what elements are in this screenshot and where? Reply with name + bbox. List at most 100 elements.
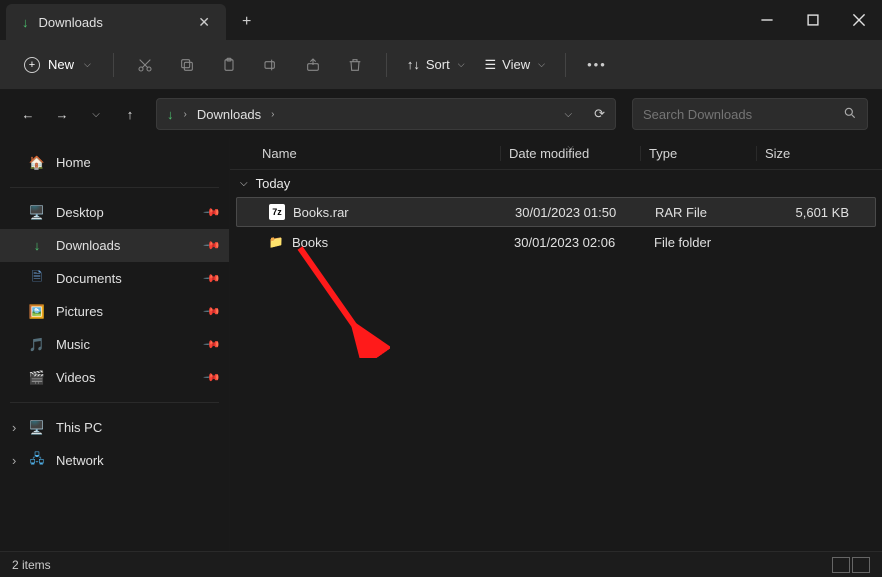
chevron-down-icon[interactable]: ⌵ — [565, 109, 573, 120]
sort-button[interactable]: ↑↓ Sort ⌵ — [399, 51, 473, 78]
sidebar-item-music[interactable]: 🎵 Music 📌 — [0, 328, 229, 361]
folder-icon: 📁 — [268, 234, 284, 250]
pin-icon: 📌 — [203, 203, 222, 222]
download-icon: ↓ — [28, 238, 46, 253]
group-label: Today — [256, 176, 291, 191]
share-button[interactable] — [294, 49, 332, 81]
chevron-down-icon: ⌵ — [538, 59, 545, 70]
sidebar-item-downloads[interactable]: ↓ Downloads 📌 — [0, 229, 229, 262]
file-type: File folder — [646, 235, 762, 250]
download-icon: ↓ — [167, 107, 174, 122]
content-pane: Name ⌵Date modified Type Size ⌵ Today 7z… — [230, 138, 882, 551]
pin-icon: 📌 — [203, 302, 222, 321]
sidebar-item-label: Music — [56, 337, 90, 352]
view-icon: ☰ — [485, 57, 497, 73]
status-text: 2 items — [12, 558, 51, 572]
sidebar-item-desktop[interactable]: 🖥️ Desktop 📌 — [0, 196, 229, 229]
file-size: 5,601 KB — [763, 205, 857, 220]
sidebar: 🏠 Home 🖥️ Desktop 📌 ↓ Downloads 📌 🗎 Docu… — [0, 138, 230, 551]
toolbar: + New ⌵ ↑↓ Sort ⌵ ☰ View ⌵ ••• — [0, 40, 882, 90]
file-name: Books — [292, 235, 328, 250]
search-input[interactable] — [643, 107, 843, 122]
chevron-right-icon: › — [184, 109, 187, 120]
titlebar: ↓ Downloads ✕ + — [0, 0, 882, 40]
pin-icon: 📌 — [203, 236, 222, 255]
sidebar-item-label: Videos — [56, 370, 96, 385]
details-view-button[interactable] — [832, 557, 850, 573]
chevron-down-icon: ⌵ — [458, 59, 465, 70]
file-date: 30/01/2023 02:06 — [506, 235, 646, 250]
column-header-name[interactable]: Name — [254, 146, 500, 161]
sort-label: Sort — [426, 57, 450, 72]
pin-icon: 📌 — [203, 269, 222, 288]
documents-icon: 🗎 — [28, 268, 46, 290]
divider — [10, 402, 219, 403]
paste-button[interactable] — [210, 49, 248, 81]
cut-button[interactable] — [126, 49, 164, 81]
download-icon: ↓ — [22, 15, 29, 30]
column-header-date[interactable]: ⌵Date modified — [500, 146, 640, 161]
rar-file-icon: 7z — [269, 204, 285, 220]
copy-button[interactable] — [168, 49, 206, 81]
more-button[interactable]: ••• — [578, 57, 616, 72]
sidebar-item-label: Home — [56, 155, 91, 170]
sort-indicator-icon: ⌵ — [567, 142, 573, 152]
sort-icon: ↑↓ — [407, 57, 420, 72]
column-header-type[interactable]: Type — [640, 146, 756, 161]
address-row: ← → ⌵ ↑ ↓ › Downloads › ⌵ ⟳ — [0, 90, 882, 138]
file-row[interactable]: 7z Books.rar 30/01/2023 01:50 RAR File 5… — [236, 197, 876, 227]
tab-downloads[interactable]: ↓ Downloads ✕ — [6, 4, 226, 40]
sidebar-item-label: Network — [56, 453, 104, 468]
minimize-button[interactable] — [744, 0, 790, 40]
pc-icon: 🖥️ — [28, 420, 46, 436]
recent-chevron[interactable]: ⌵ — [82, 100, 110, 128]
desktop-icon: 🖥️ — [28, 205, 46, 221]
sidebar-item-pictures[interactable]: 🖼️ Pictures 📌 — [0, 295, 229, 328]
close-button[interactable] — [836, 0, 882, 40]
thumbnails-view-button[interactable] — [852, 557, 870, 573]
view-button[interactable]: ☰ View ⌵ — [477, 51, 553, 79]
home-icon: 🏠 — [28, 155, 46, 171]
delete-button[interactable] — [336, 49, 374, 81]
new-label: New — [48, 57, 74, 72]
up-button[interactable]: ↑ — [116, 100, 144, 128]
sidebar-item-label: Documents — [56, 271, 122, 286]
group-today[interactable]: ⌵ Today — [230, 170, 882, 197]
rename-button[interactable] — [252, 49, 290, 81]
new-button[interactable]: + New ⌵ — [14, 51, 101, 79]
separator — [113, 53, 114, 77]
new-tab-button[interactable]: + — [226, 4, 267, 40]
file-name: Books.rar — [293, 205, 349, 220]
column-header-size[interactable]: Size — [756, 146, 850, 161]
sidebar-item-network[interactable]: 🖧 Network — [0, 444, 229, 477]
chevron-right-icon: › — [271, 109, 274, 120]
column-headers: Name ⌵Date modified Type Size — [230, 138, 882, 170]
address-bar[interactable]: ↓ › Downloads › ⌵ ⟳ — [156, 98, 616, 130]
refresh-button[interactable]: ⟳ — [594, 106, 605, 122]
breadcrumb-location[interactable]: Downloads — [197, 107, 261, 122]
tab-close-icon[interactable]: ✕ — [198, 14, 210, 31]
file-row[interactable]: 📁 Books 30/01/2023 02:06 File folder — [236, 227, 876, 257]
column-label: Type — [649, 146, 677, 161]
divider — [10, 187, 219, 188]
view-label: View — [502, 57, 530, 72]
view-mode-buttons — [832, 557, 870, 573]
sidebar-item-label: This PC — [56, 420, 102, 435]
sidebar-item-videos[interactable]: 🎬 Videos 📌 — [0, 361, 229, 394]
sidebar-item-home[interactable]: 🏠 Home — [0, 146, 229, 179]
status-bar: 2 items — [0, 551, 882, 577]
search-box[interactable] — [632, 98, 868, 130]
separator — [565, 53, 566, 77]
network-icon: 🖧 — [28, 450, 46, 472]
sidebar-item-documents[interactable]: 🗎 Documents 📌 — [0, 262, 229, 295]
sidebar-item-thispc[interactable]: 🖥️ This PC — [0, 411, 229, 444]
sidebar-item-label: Desktop — [56, 205, 104, 220]
pin-icon: 📌 — [203, 368, 222, 387]
forward-button[interactable]: → — [48, 100, 76, 128]
maximize-button[interactable] — [790, 0, 836, 40]
videos-icon: 🎬 — [28, 370, 46, 386]
pin-icon: 📌 — [203, 335, 222, 354]
file-type: RAR File — [647, 205, 763, 220]
back-button[interactable]: ← — [14, 100, 42, 128]
plus-icon: + — [24, 57, 40, 73]
